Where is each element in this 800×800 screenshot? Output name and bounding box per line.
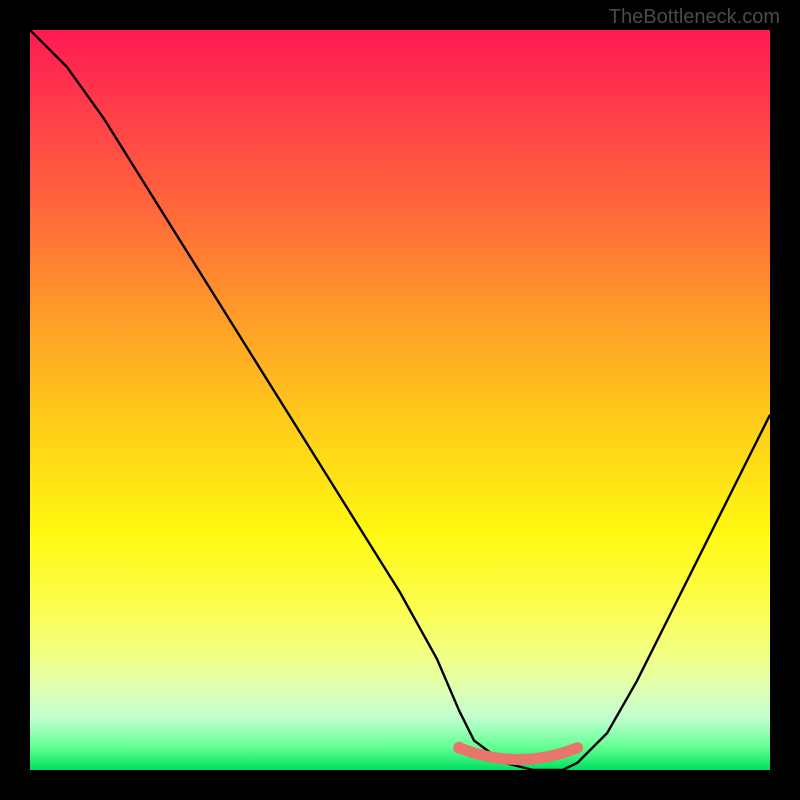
- plot-area: [30, 30, 770, 770]
- optimal-plateau: [459, 748, 577, 760]
- optimal-start-dot: [453, 742, 465, 754]
- bottleneck-curve: [30, 30, 770, 770]
- chart-container: TheBottleneck.com: [0, 0, 800, 800]
- attribution-text: TheBottleneck.com: [609, 6, 780, 29]
- chart-svg: [30, 30, 770, 770]
